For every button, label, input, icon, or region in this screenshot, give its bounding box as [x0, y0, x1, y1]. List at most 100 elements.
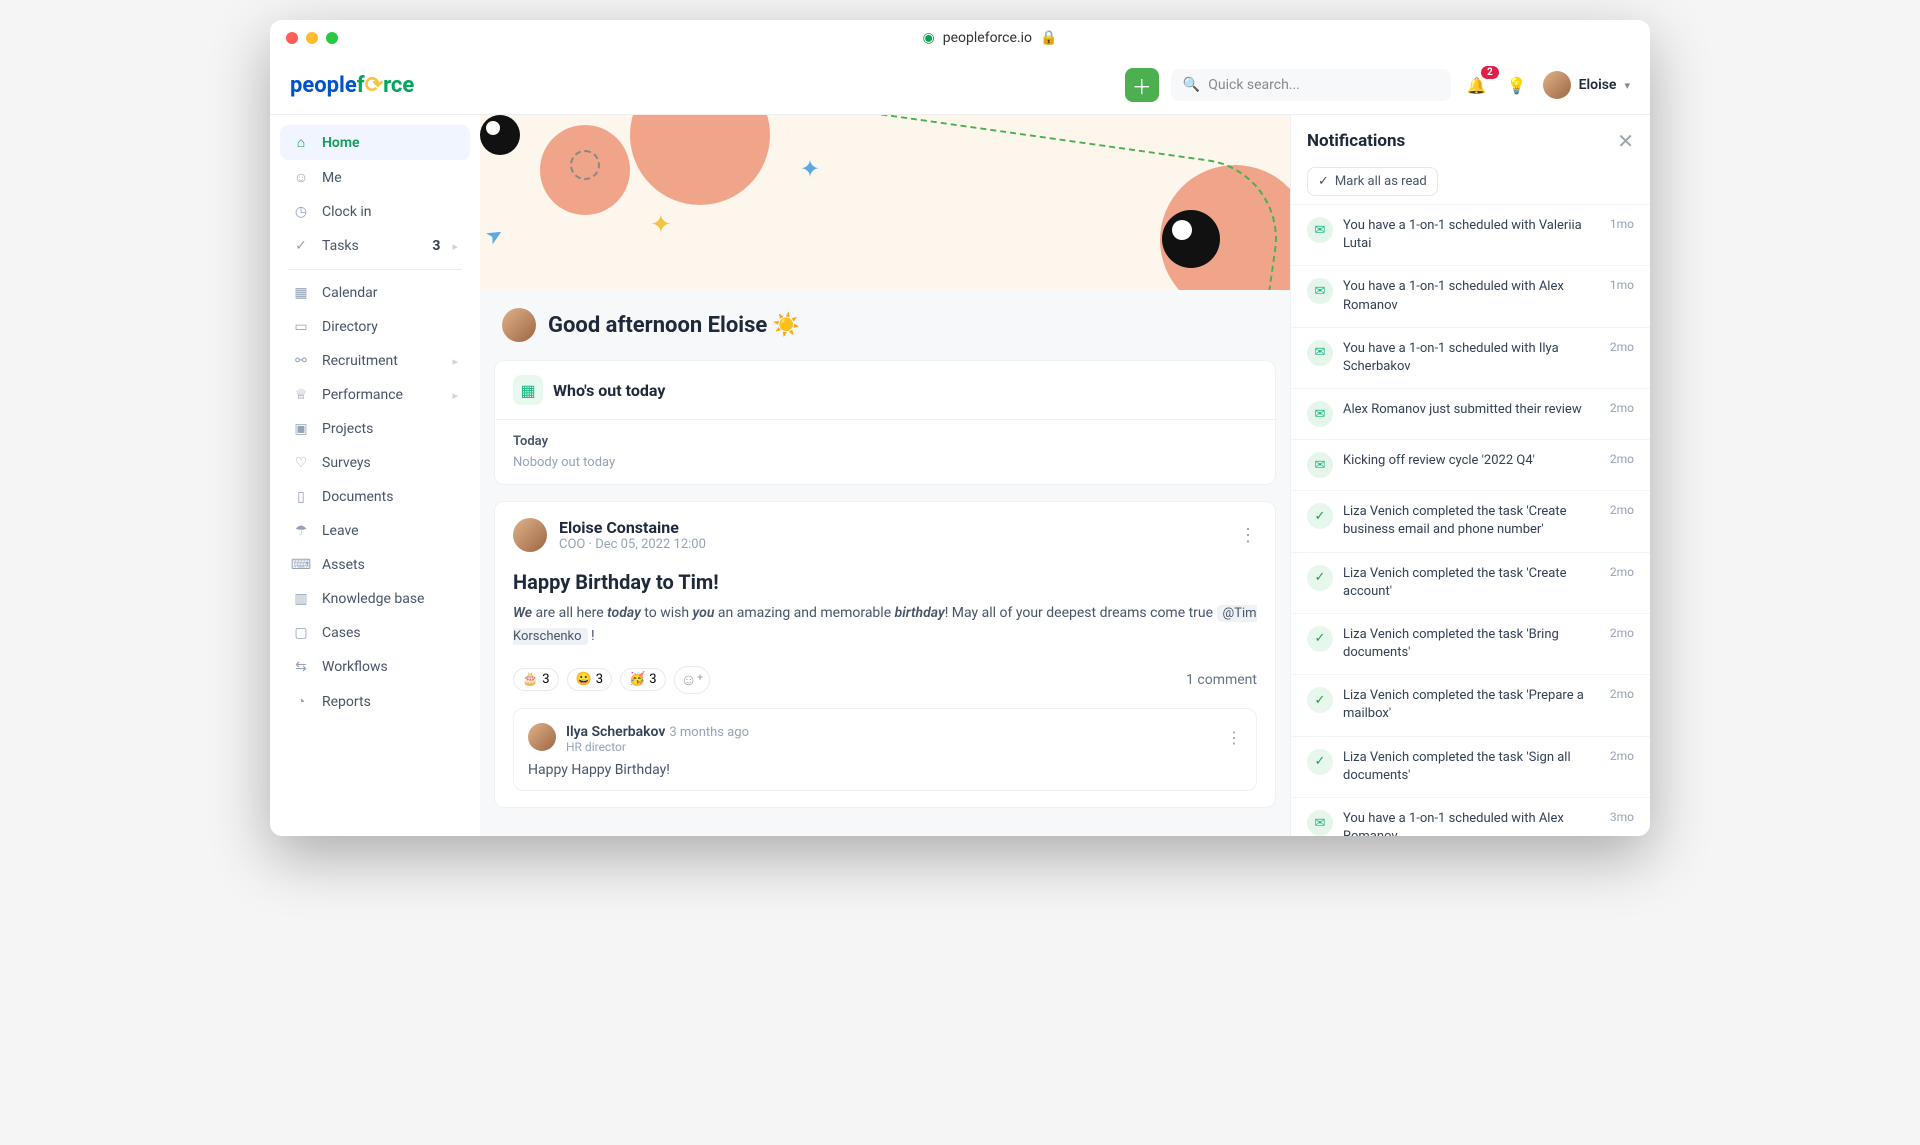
avatar: [513, 518, 547, 552]
briefcase-icon: ▣: [292, 421, 310, 437]
message-icon: ▢: [292, 625, 310, 641]
whos-out-card: ▦ Who's out today Today Nobody out today: [494, 360, 1276, 485]
post-more-icon[interactable]: ⋮: [1239, 525, 1257, 546]
sidebar-item-home[interactable]: ⌂ Home: [280, 125, 470, 160]
laptop-icon: ⌨: [292, 557, 310, 573]
notification-item[interactable]: ✉You have a 1-on-1 scheduled with Alex R…: [1291, 797, 1650, 836]
reactions-row: 🎂3 😀3 🥳3 ☺⁺ 1 comment: [495, 660, 1275, 708]
comments-link[interactable]: 1 comment: [1186, 672, 1257, 688]
umbrella-icon: ☂: [292, 523, 310, 539]
traffic-lights: [286, 32, 338, 44]
avatar: [528, 723, 556, 751]
notification-time: 2mo: [1610, 452, 1634, 466]
card-title: Who's out today: [553, 381, 665, 400]
window-close[interactable]: [286, 32, 298, 44]
reaction-chip[interactable]: 🎂3: [513, 668, 559, 691]
reaction-chip[interactable]: 🥳3: [620, 668, 666, 691]
flow-icon: ⇆: [292, 659, 310, 675]
sidebar-item-assets[interactable]: ⌨ Assets: [280, 548, 470, 582]
book-icon: ▭: [292, 319, 310, 335]
notification-item[interactable]: ✓Liza Venich completed the task 'Bring d…: [1291, 613, 1650, 674]
notification-item[interactable]: ✉Alex Romanov just submitted their revie…: [1291, 388, 1650, 439]
bell-icon[interactable]: 🔔2: [1463, 72, 1491, 99]
sidebar-item-reports[interactable]: ◔ Reports: [280, 684, 470, 719]
check-circle-icon: ✓: [292, 238, 310, 254]
search-icon: 🔍: [1183, 77, 1200, 93]
chat-icon: ✉: [1307, 401, 1333, 427]
feed-post: Eloise Constaine COO · Dec 05, 2022 12:0…: [494, 501, 1276, 808]
comment: Ilya Scherbakov 3 months ago HR director…: [513, 708, 1257, 791]
reaction-chip[interactable]: 😀3: [567, 668, 613, 691]
comment-more-icon[interactable]: ⋮: [1226, 728, 1242, 747]
document-icon: ▯: [292, 489, 310, 505]
sidebar-item-projects[interactable]: ▣ Projects: [280, 412, 470, 446]
lock-icon: 🔒: [1040, 30, 1057, 46]
sidebar-item-cases[interactable]: ▢ Cases: [280, 616, 470, 650]
comment-author: Ilya Scherbakov: [566, 724, 665, 740]
notification-item[interactable]: ✓Liza Venich completed the task 'Prepare…: [1291, 674, 1650, 735]
url-bar[interactable]: ◉ peopleforce.io 🔒: [346, 30, 1634, 46]
mark-all-read-button[interactable]: ✓ Mark all as read: [1307, 167, 1438, 196]
sidebar-item-directory[interactable]: ▭ Directory: [280, 310, 470, 344]
calendar-icon: ▦: [292, 285, 310, 301]
sidebar-item-knowledge-base[interactable]: ▥ Knowledge base: [280, 582, 470, 616]
close-icon[interactable]: ✕: [1617, 129, 1634, 153]
app-root: peoplef⟳rce ＋ 🔍 Quick search... 🔔2 💡 Elo…: [270, 56, 1650, 836]
chat-icon: ✉: [1307, 278, 1333, 304]
url-text: peopleforce.io: [943, 30, 1032, 46]
notification-time: 2mo: [1610, 749, 1634, 763]
search-input[interactable]: 🔍 Quick search...: [1171, 69, 1451, 101]
chevron-right-icon: ▸: [452, 389, 458, 402]
sidebar-item-surveys[interactable]: ♡ Surveys: [280, 446, 470, 480]
clock-icon: ◷: [292, 204, 310, 220]
logo[interactable]: peoplef⟳rce: [290, 73, 414, 98]
notification-item[interactable]: ✉ You have a 1-on-1 scheduled with Valeri…: [1291, 204, 1650, 265]
notification-text: Kicking off review cycle '2022 Q4': [1343, 452, 1600, 470]
divider: [288, 269, 462, 270]
notification-time: 2mo: [1610, 401, 1634, 415]
sidebar-item-leave[interactable]: ☂ Leave: [280, 514, 470, 548]
notification-time: 1mo: [1610, 217, 1634, 231]
notification-text: You have a 1-on-1 scheduled with Valerii…: [1343, 217, 1600, 253]
notification-text: Liza Venich completed the task 'Sign all…: [1343, 749, 1600, 785]
sidebar-item-documents[interactable]: ▯ Documents: [280, 480, 470, 514]
add-button[interactable]: ＋: [1125, 68, 1159, 102]
greeting-text: Good afternoon Eloise ☀️: [548, 313, 800, 338]
notification-item[interactable]: ✉ You have a 1-on-1 scheduled with Alex R…: [1291, 265, 1650, 326]
sidebar-item-performance[interactable]: ♕ Performance ▸: [280, 378, 470, 412]
notification-item[interactable]: ✉ Kicking off review cycle '2022 Q4' 2mo: [1291, 439, 1650, 490]
sidebar-item-tasks[interactable]: ✓ Tasks 3 ▸: [280, 229, 470, 263]
chart-icon: ◔: [292, 693, 310, 710]
sidebar-item-me[interactable]: ☺ Me: [280, 160, 470, 195]
user-name-label: Eloise: [1579, 77, 1617, 93]
chat-icon: ✉: [1307, 452, 1333, 478]
browser-titlebar: ◉ peopleforce.io 🔒: [270, 20, 1650, 56]
home-icon: ⌂: [292, 134, 310, 151]
notification-time: 2mo: [1610, 503, 1634, 517]
notification-time: 2mo: [1610, 340, 1634, 354]
notification-item[interactable]: ✉You have a 1-on-1 scheduled with Ilya S…: [1291, 327, 1650, 388]
banner-illustration: ✦ ✦ ➤: [480, 115, 1290, 290]
notification-item[interactable]: ✓Liza Venich completed the task 'Sign al…: [1291, 736, 1650, 797]
users-icon: ⚯: [292, 353, 310, 369]
sidebar-item-workflows[interactable]: ⇆ Workflows: [280, 650, 470, 684]
avatar: [502, 308, 536, 342]
comment-text: Happy Happy Birthday!: [528, 754, 1242, 778]
sidebar-item-recruitment[interactable]: ⚯ Recruitment ▸: [280, 344, 470, 378]
notification-text: You have a 1-on-1 scheduled with Alex Ro…: [1343, 278, 1600, 314]
sidebar-item-clock-in[interactable]: ◷ Clock in: [280, 195, 470, 229]
browser-window: ◉ peopleforce.io 🔒 peoplef⟳rce ＋ 🔍 Quick…: [270, 20, 1650, 836]
notification-item[interactable]: ✓Liza Venich completed the task 'Create …: [1291, 490, 1650, 551]
sidebar-item-calendar[interactable]: ▦ Calendar: [280, 276, 470, 310]
notification-item[interactable]: ✓Liza Venich completed the task 'Create …: [1291, 552, 1650, 613]
calendar-icon: ▦: [513, 375, 543, 405]
chat-icon: ✉: [1307, 217, 1333, 243]
lightbulb-icon[interactable]: 💡: [1503, 72, 1531, 99]
notification-time: 3mo: [1610, 810, 1634, 824]
add-reaction-button[interactable]: ☺⁺: [674, 666, 711, 694]
window-maximize[interactable]: [326, 32, 338, 44]
main-content: ✦ ✦ ➤ Good afternoon Eloise ☀️ ▦ Who's o…: [480, 115, 1290, 836]
window-minimize[interactable]: [306, 32, 318, 44]
trophy-icon: ♕: [292, 387, 310, 403]
user-menu[interactable]: Eloise ▾: [1543, 71, 1630, 99]
